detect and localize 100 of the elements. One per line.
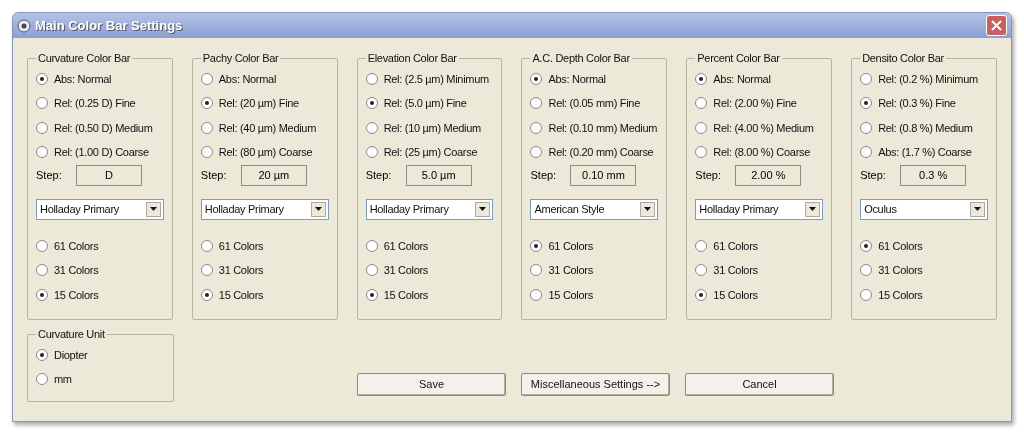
radio-button[interactable] <box>200 264 213 277</box>
radio-button[interactable] <box>200 239 213 252</box>
radio-button[interactable] <box>36 146 48 159</box>
radio-label: 15 Colors <box>54 287 99 303</box>
radio-label: Rel: (10 µm) Medium <box>383 120 481 136</box>
step-label: Step: <box>695 168 722 184</box>
radio-label: Rel: (0.05 mm) Fine <box>548 96 640 111</box>
palette-dropdown[interactable]: American Style <box>530 198 659 220</box>
radio-label: 61 Colors <box>218 238 264 254</box>
palette-dropdown[interactable]: Oculus <box>860 198 988 220</box>
close-icon <box>991 20 1002 31</box>
step-label: Step: <box>530 168 558 184</box>
radio-button[interactable] <box>695 97 708 110</box>
radio-button[interactable] <box>365 72 378 85</box>
radio-button[interactable] <box>530 72 543 85</box>
radio-button[interactable] <box>695 72 708 85</box>
radio-button[interactable] <box>36 239 48 252</box>
radio-button[interactable] <box>530 97 543 110</box>
radio-button[interactable] <box>695 239 708 252</box>
radio-label: 31 Colors <box>878 263 923 278</box>
palette-dropdown[interactable]: Holladay Primary <box>36 198 164 220</box>
step-label: Step: <box>200 168 228 184</box>
group-title: Elevation Color Bar <box>366 51 458 66</box>
step-value-field: 0.3 % <box>900 165 967 186</box>
radio-button[interactable] <box>365 288 378 301</box>
radio-label: Rel: (1.00 D) Coarse <box>54 145 149 160</box>
radio-button[interactable] <box>530 264 543 277</box>
radio-label: 15 Colors <box>878 287 923 303</box>
radio-label: Rel: (0.3 %) Fine <box>878 96 956 111</box>
radio-button[interactable] <box>36 264 48 277</box>
radio-button[interactable] <box>695 288 708 301</box>
radio-label: Rel: (0.50 D) Medium <box>54 120 153 136</box>
close-button[interactable] <box>986 15 1007 36</box>
palette-dropdown[interactable]: Holladay Primary <box>200 198 329 220</box>
palette-dropdown[interactable]: Holladay Primary <box>365 198 494 220</box>
step-value-field: 2.00 % <box>735 165 802 186</box>
radio-button[interactable] <box>200 97 213 110</box>
group-title: Curvature Unit <box>37 327 106 342</box>
radio-button[interactable] <box>860 239 873 252</box>
radio-label: 61 Colors <box>54 238 99 254</box>
app-icon <box>17 18 31 33</box>
radio-label: Rel: (4.00 %) Medium <box>713 120 814 136</box>
radio-button[interactable] <box>530 288 543 301</box>
radio-label: 31 Colors <box>383 263 429 278</box>
radio-button[interactable] <box>695 121 708 134</box>
radio-button[interactable] <box>860 146 873 159</box>
dialog-button[interactable]: Miscellaneous Settings --> <box>521 373 670 396</box>
radio-label: 15 Colors <box>218 287 264 303</box>
radio-button[interactable] <box>365 121 378 134</box>
group-title: A.C. Depth Color Bar <box>531 51 631 66</box>
radio-label: Abs: Normal <box>218 71 277 87</box>
radio-button[interactable] <box>860 288 873 301</box>
radio-button[interactable] <box>36 288 48 301</box>
radio-button[interactable] <box>36 373 48 386</box>
radio-button[interactable] <box>860 97 873 110</box>
radio-button[interactable] <box>860 121 873 134</box>
radio-label: Rel: (80 µm) Coarse <box>218 145 313 160</box>
radio-button[interactable] <box>36 121 48 134</box>
group-title: Densito Color Bar <box>861 51 945 66</box>
radio-button[interactable] <box>36 72 48 85</box>
step-value-field: 20 µm <box>240 165 307 186</box>
radio-label: Rel: (2.5 µm) Minimum <box>383 71 489 87</box>
window-title: Main Color Bar Settings <box>35 16 183 35</box>
radio-label: Diopter <box>54 347 88 363</box>
radio-label: Rel: (8.00 %) Coarse <box>713 145 811 160</box>
step-value-field: 5.0 µm <box>405 165 472 186</box>
radio-button[interactable] <box>695 264 708 277</box>
step-value-field: 0.10 mm <box>570 165 637 186</box>
radio-label: 15 Colors <box>383 287 429 303</box>
radio-button[interactable] <box>200 288 213 301</box>
radio-button[interactable] <box>365 239 378 252</box>
radio-button[interactable] <box>200 121 213 134</box>
radio-button[interactable] <box>200 146 213 159</box>
radio-label: 31 Colors <box>548 263 593 278</box>
radio-button[interactable] <box>36 97 48 110</box>
radio-button[interactable] <box>695 146 708 159</box>
radio-button[interactable] <box>860 264 873 277</box>
step-value-field: D <box>76 165 142 186</box>
radio-label: Rel: (20 µm) Fine <box>218 96 299 111</box>
radio-button[interactable] <box>530 146 543 159</box>
radio-button[interactable] <box>860 72 873 85</box>
radio-label: 31 Colors <box>713 263 758 278</box>
radio-button[interactable] <box>365 146 378 159</box>
dialog-button[interactable]: Cancel <box>685 373 834 396</box>
radio-label: Abs: Normal <box>713 71 771 87</box>
dialog-button[interactable]: Save <box>357 373 506 396</box>
radio-button[interactable] <box>530 121 543 134</box>
radio-button[interactable] <box>365 264 378 277</box>
radio-button[interactable] <box>365 97 378 110</box>
radio-label: Rel: (0.2 %) Minimum <box>878 71 978 87</box>
radio-label: Rel: (0.8 %) Medium <box>878 120 973 136</box>
radio-label: Rel: (25 µm) Coarse <box>383 145 478 160</box>
radio-label: Rel: (0.20 mm) Coarse <box>548 145 654 160</box>
radio-label: 15 Colors <box>548 287 593 303</box>
radio-button[interactable] <box>530 239 543 252</box>
radio-button[interactable] <box>200 72 213 85</box>
palette-dropdown[interactable]: Holladay Primary <box>695 198 824 220</box>
radio-label: 61 Colors <box>878 238 923 254</box>
radio-button[interactable] <box>36 348 48 361</box>
radio-label: Abs: (1.7 %) Coarse <box>878 145 972 160</box>
